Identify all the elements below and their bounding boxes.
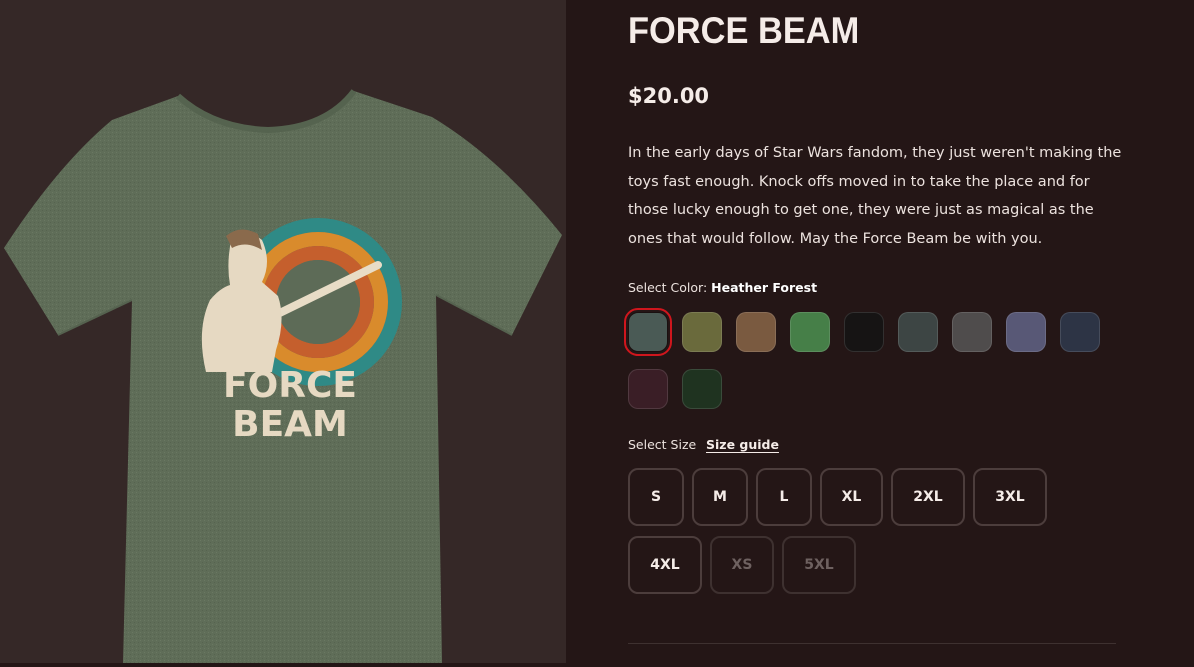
- size-guide-link[interactable]: Size guide: [706, 437, 779, 452]
- color-select-label: Select Color: Heather Forest: [628, 280, 817, 295]
- color-swatch[interactable]: [1006, 312, 1046, 352]
- size-option-l[interactable]: L: [756, 468, 812, 526]
- color-swatch[interactable]: [736, 312, 776, 352]
- color-swatch[interactable]: [682, 312, 722, 352]
- color-swatch[interactable]: [898, 312, 938, 352]
- color-swatch[interactable]: [628, 369, 668, 409]
- size-option-5xl[interactable]: 5XL: [782, 536, 856, 594]
- size-select-label: Select Size: [628, 437, 697, 452]
- selected-color-name: Heather Forest: [711, 280, 818, 295]
- color-label-text: Select Color:: [628, 280, 708, 295]
- product-price: $20.00: [628, 84, 710, 108]
- print-text-beam: BEAM: [232, 404, 348, 445]
- size-option-xs[interactable]: XS: [710, 536, 774, 594]
- divider: [628, 643, 1116, 644]
- color-swatch[interactable]: [790, 312, 830, 352]
- size-options: S M L XL 2XL 3XL 4XL XS 5XL: [628, 468, 1168, 598]
- color-swatch[interactable]: [844, 312, 884, 352]
- size-option-xl[interactable]: XL: [820, 468, 883, 526]
- t-shirt-image[interactable]: FORCE BEAM: [0, 0, 566, 663]
- product-description: In the early days of Star Wars fandom, t…: [628, 145, 1122, 247]
- product-details: FORCE BEAM $20.00 In the early days of S…: [566, 0, 1194, 663]
- color-swatch[interactable]: [624, 308, 672, 356]
- color-swatch[interactable]: [952, 312, 992, 352]
- print-text-force: FORCE: [223, 365, 357, 406]
- size-option-3xl[interactable]: 3XL: [973, 468, 1047, 526]
- size-option-2xl[interactable]: 2XL: [891, 468, 965, 526]
- product-image-panel: FORCE BEAM: [0, 0, 566, 663]
- color-swatch[interactable]: [682, 369, 722, 409]
- color-swatch[interactable]: [1060, 312, 1100, 352]
- product-title: FORCE BEAM: [628, 10, 860, 51]
- size-option-m[interactable]: M: [692, 468, 748, 526]
- size-option-s[interactable]: S: [628, 468, 684, 526]
- size-option-4xl[interactable]: 4XL: [628, 536, 702, 594]
